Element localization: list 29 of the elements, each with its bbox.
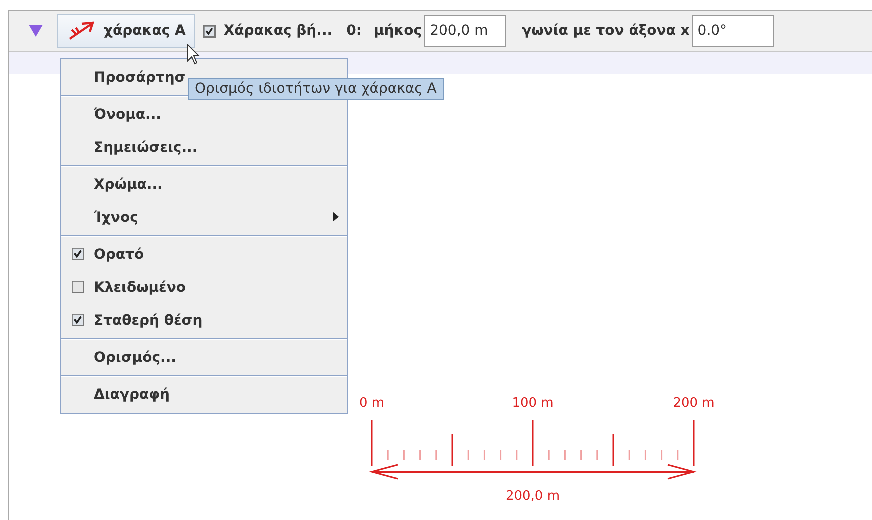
triangle-icon[interactable] [29,25,43,37]
angle-label: γωνία με τον άξονα x [522,23,690,39]
menu-item[interactable]: Ορισμός... [61,341,347,374]
menu-item[interactable]: Σημειώσεις... [61,131,347,164]
submenu-arrow-icon [333,212,339,222]
tooltip: Ορισμός ιδιοτήτων για χάρακας A [188,78,444,100]
length-field[interactable]: 200,0 m [424,15,506,47]
tick-label: 0 m [359,396,385,411]
menu-item[interactable]: Διαγραφή [61,378,347,411]
menu-item[interactable]: Χρώμα... [61,168,347,201]
index-label: 0: [346,23,362,39]
angle-field[interactable]: 0.0° [692,15,774,47]
menu-item[interactable]: Σταθερή θέση [61,304,347,337]
checkbox[interactable] [202,24,216,38]
checkbox[interactable] [72,248,84,260]
ruler-tool-icon [68,21,96,41]
tick-label: 100 m [512,396,554,411]
pointer-cursor-icon [187,44,201,66]
length-label: μήκος [374,23,422,39]
menu-item[interactable]: Ορατό [61,238,347,271]
measure-label: 200,0 m [506,489,560,504]
menu-item[interactable]: Κλειδωμένο [61,271,347,304]
menu-item[interactable]: Ίχνος [61,201,347,234]
menu-item[interactable]: Όνομα... [61,98,347,131]
checkbox-label: Χάρακας βή... [224,23,333,39]
tick-label: 200 m [673,396,715,411]
checkbox[interactable] [72,281,84,293]
object-button[interactable]: χάρακας A [57,14,195,48]
checkbox[interactable] [72,314,84,326]
